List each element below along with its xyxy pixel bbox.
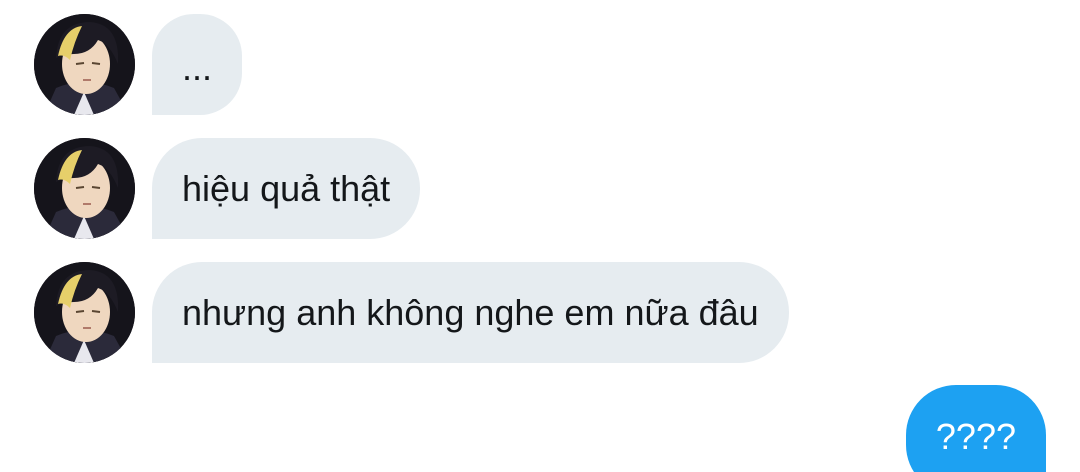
avatar[interactable] bbox=[34, 14, 135, 115]
message-text: hiệu quả thật bbox=[182, 168, 391, 209]
message-text: ... bbox=[182, 47, 213, 88]
message-bubble-sent[interactable]: ???? bbox=[905, 385, 1046, 472]
message-text: nhưng anh không nghe em nữa đâu bbox=[182, 292, 759, 333]
message-bubble-received[interactable]: nhưng anh không nghe em nữa đâu bbox=[152, 262, 789, 363]
chat-thread: ... hiệu quả thật nhưng anh không nghe e… bbox=[0, 0, 1080, 472]
message-text: ???? bbox=[935, 416, 1016, 457]
avatar-image bbox=[34, 14, 135, 115]
avatar-image bbox=[34, 262, 135, 363]
message-bubble-received[interactable]: hiệu quả thật bbox=[152, 138, 421, 239]
message-bubble-received[interactable]: ... bbox=[152, 14, 243, 115]
avatar-image bbox=[34, 138, 135, 239]
avatar[interactable] bbox=[34, 262, 135, 363]
avatar[interactable] bbox=[34, 138, 135, 239]
